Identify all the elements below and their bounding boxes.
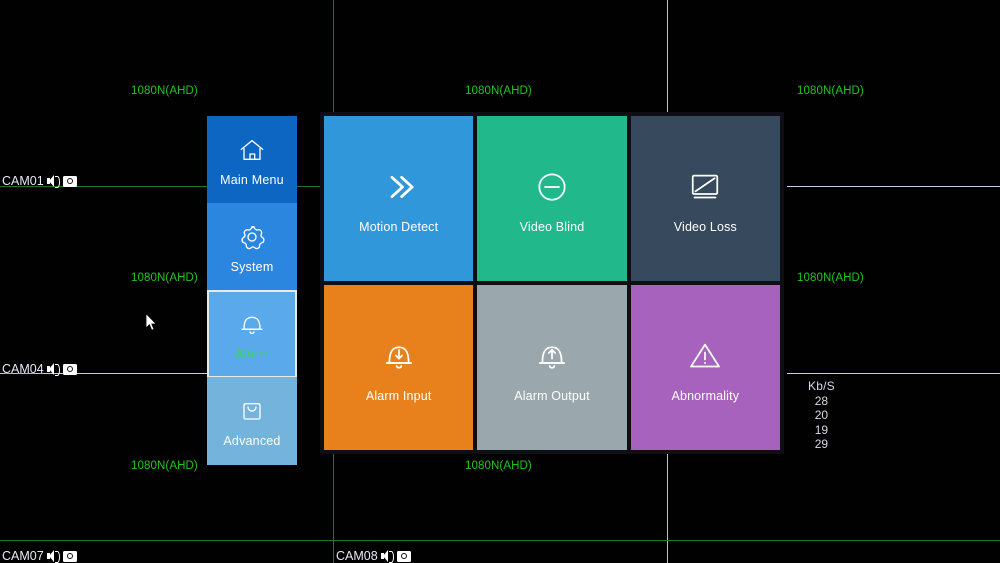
speaker-mute-icon xyxy=(46,550,60,563)
sidebar-item-main-menu[interactable]: Main Menu xyxy=(207,116,297,204)
tile-label: Video Loss xyxy=(673,219,737,234)
resolution-label: 1080N(AHD) xyxy=(797,85,864,97)
sidebar-item-label: System xyxy=(230,260,274,274)
bell-arrow-up-icon xyxy=(529,333,575,379)
camera-channel-label: CAM04 xyxy=(2,362,77,376)
tile-video-blind[interactable]: Video Blind xyxy=(477,116,627,281)
camera-record-icon xyxy=(62,363,77,375)
tile-label: Alarm Input xyxy=(365,388,432,403)
camera-name-text: CAM01 xyxy=(2,174,44,188)
camera-channel-label: CAM08 xyxy=(336,549,411,563)
alarm-function-panel: Motion Detect Video Blind Video Loss Alarm … xyxy=(320,112,784,454)
bitrate-value: 28 xyxy=(814,393,829,408)
bitrate-value: 29 xyxy=(814,437,829,451)
alarm-tile-grid[interactable]: Motion Detect Video Blind Video Loss Alarm … xyxy=(324,116,780,450)
bitrate-header: Kb/S xyxy=(808,379,835,393)
bell-arrow-down-icon xyxy=(376,333,422,379)
camera-record-icon xyxy=(62,550,77,562)
bitrate-value-list: 28 20 19 29 xyxy=(808,394,835,452)
home-icon xyxy=(235,133,269,167)
monitor-slash-icon xyxy=(682,164,728,210)
horizontal-divider xyxy=(787,373,1000,374)
toolbox-icon xyxy=(235,394,269,428)
resolution-label: 1080N(AHD) xyxy=(131,85,198,97)
horizontal-divider xyxy=(0,540,1000,541)
tile-video-loss[interactable]: Video Loss xyxy=(630,116,780,281)
tile-motion-detect[interactable]: Motion Detect xyxy=(324,116,474,281)
sidebar-item-alarm[interactable]: Alarm xyxy=(207,290,297,378)
resolution-label: 1080N(AHD) xyxy=(797,272,864,284)
resolution-label: 1080N(AHD) xyxy=(131,272,198,284)
double-chevron-right-icon xyxy=(376,164,422,210)
camera-name-text: CAM04 xyxy=(2,362,44,376)
bell-icon xyxy=(235,307,269,341)
mouse-pointer-icon xyxy=(145,312,158,332)
bitrate-stats-panel: Kb/S 28 20 19 29 xyxy=(808,379,835,452)
warning-triangle-icon xyxy=(682,333,728,379)
sidebar-item-label: Advanced xyxy=(223,434,281,448)
bitrate-value: 19 xyxy=(814,422,829,437)
speaker-mute-icon xyxy=(380,550,394,563)
sidebar-item-label: Main Menu xyxy=(220,173,284,187)
tile-label: Abnormality xyxy=(671,388,740,403)
circle-minus-icon xyxy=(529,164,575,210)
horizontal-divider xyxy=(787,186,1000,187)
speaker-mute-icon xyxy=(46,363,60,376)
speaker-mute-icon xyxy=(46,175,60,188)
camera-name-text: CAM08 xyxy=(336,549,378,563)
sidebar-item-system[interactable]: System xyxy=(207,203,297,291)
bitrate-value: 20 xyxy=(814,408,829,422)
gear-icon xyxy=(235,220,269,254)
camera-record-icon xyxy=(396,550,411,562)
camera-name-text: CAM07 xyxy=(2,549,44,563)
tile-alarm-input[interactable]: Alarm Input xyxy=(324,285,474,450)
tile-abnormality[interactable]: Abnormality xyxy=(630,285,780,450)
resolution-label: 1080N(AHD) xyxy=(465,460,532,472)
sidebar-item-advanced[interactable]: Advanced xyxy=(207,377,297,465)
camera-channel-label: CAM01 xyxy=(2,174,77,188)
resolution-label: 1080N(AHD) xyxy=(131,460,198,472)
tile-alarm-output[interactable]: Alarm Output xyxy=(477,285,627,450)
tile-label: Motion Detect xyxy=(359,219,439,234)
tile-label: Alarm Output xyxy=(514,388,590,403)
camera-channel-label: CAM07 xyxy=(2,549,77,563)
main-menu-sidebar[interactable]: Main Menu System Alarm Advanced xyxy=(207,116,297,465)
camera-record-icon xyxy=(62,175,77,187)
sidebar-item-label: Alarm xyxy=(235,347,269,361)
resolution-label: 1080N(AHD) xyxy=(465,85,532,97)
tile-label: Video Blind xyxy=(519,219,585,234)
